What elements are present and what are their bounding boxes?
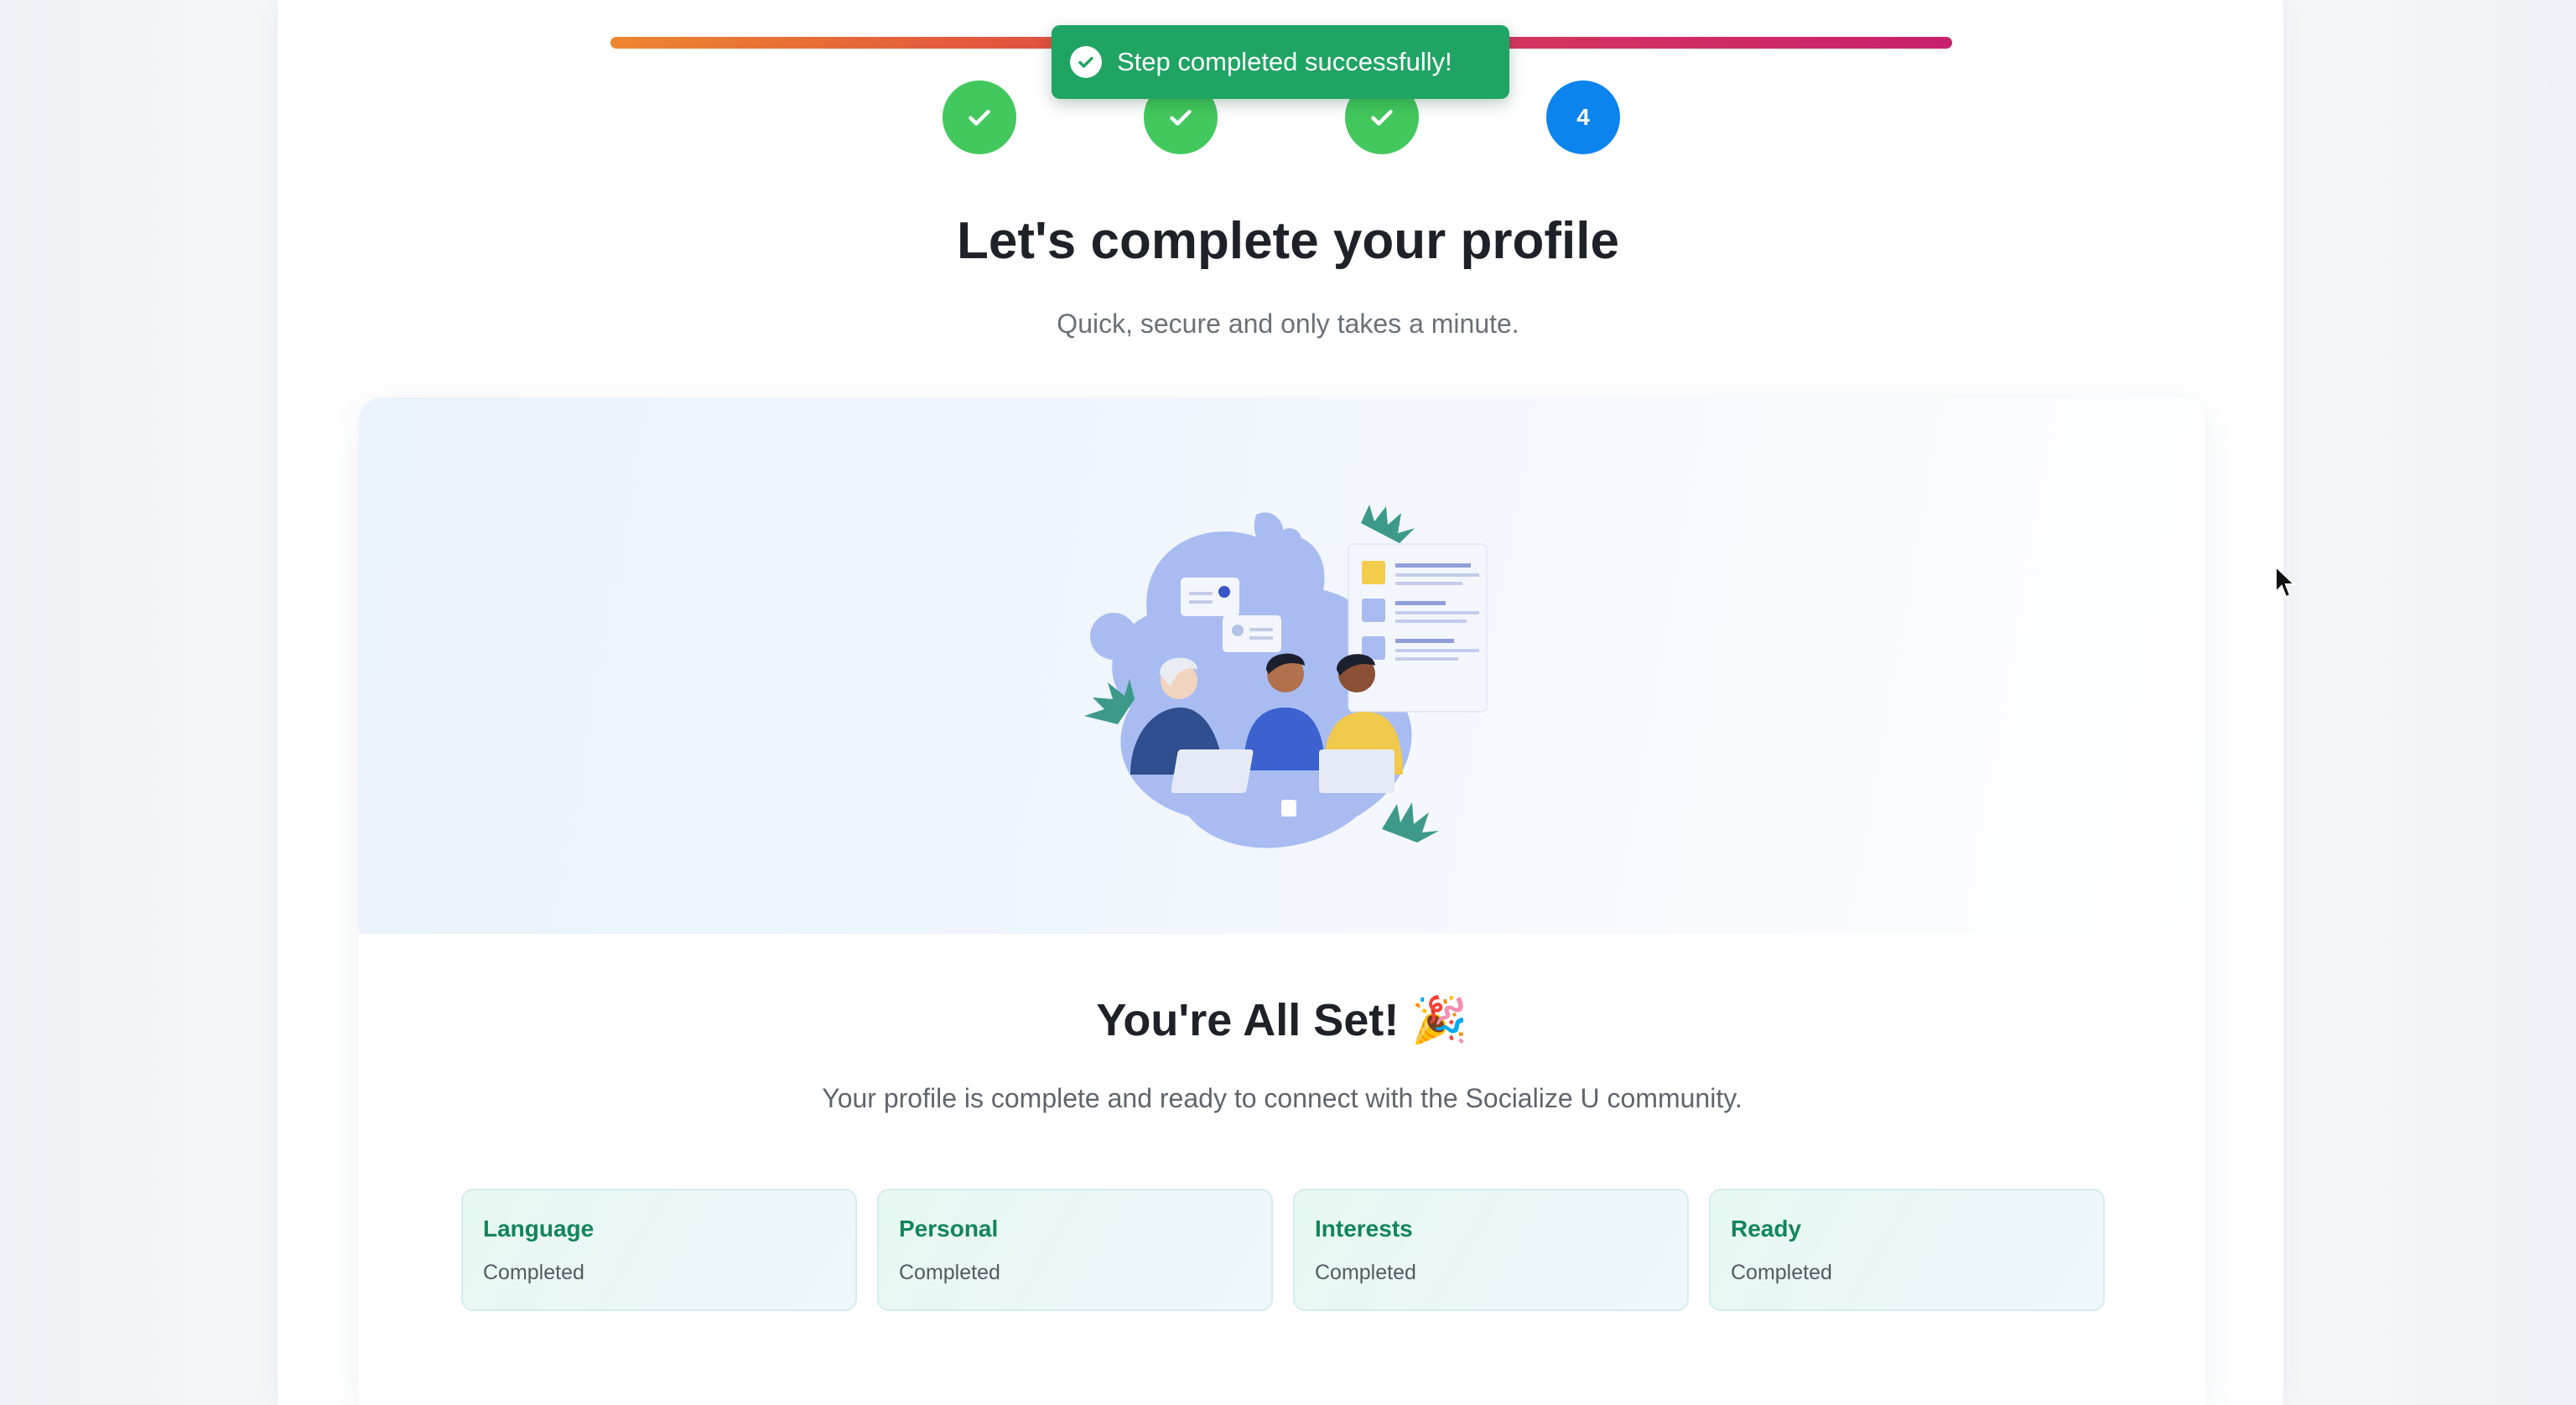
- summary-card-title: Ready: [1731, 1216, 1802, 1242]
- completion-panel: You're All Set! 🎉 Your profile is comple…: [359, 397, 2205, 1405]
- page-subtitle: Quick, secure and only takes a minute.: [1057, 308, 1519, 339]
- page-title: Let's complete your profile: [957, 212, 1619, 270]
- summary-card-status: Completed: [483, 1261, 584, 1284]
- completion-title: You're All Set! 🎉: [1096, 995, 1468, 1045]
- check-icon: [1371, 110, 1393, 126]
- check-circle-icon: [1070, 46, 1102, 78]
- completion-description: Your profile is complete and ready to co…: [822, 1083, 1742, 1113]
- success-toast: Step completed successfully!: [1052, 25, 1509, 99]
- summary-card-title: Language: [483, 1216, 595, 1242]
- summary-card-interests: Interests Completed: [1293, 1189, 1689, 1311]
- toast-message: Step completed successfully!: [1117, 47, 1452, 76]
- summary-card-status: Completed: [1315, 1261, 1416, 1284]
- step-1-completed: [943, 80, 1016, 154]
- step-number: 4: [1576, 104, 1590, 130]
- check-icon: [969, 110, 990, 126]
- hero-banner: [359, 397, 2205, 934]
- summary-card-ready: Ready Completed: [1709, 1189, 2105, 1311]
- check-icon: [1170, 110, 1192, 126]
- step-4-active: 4: [1546, 80, 1620, 154]
- summary-card-title: Personal: [899, 1216, 999, 1242]
- mouse-cursor-icon: [2275, 565, 2297, 599]
- summary-card-title: Interests: [1315, 1216, 1413, 1242]
- team-illustration: [1084, 505, 1488, 848]
- summary-card-language: Language Completed: [461, 1189, 857, 1311]
- summary-card-personal: Personal Completed: [877, 1189, 1273, 1311]
- summary-card-status: Completed: [899, 1261, 1000, 1284]
- summary-card-status: Completed: [1731, 1261, 1832, 1284]
